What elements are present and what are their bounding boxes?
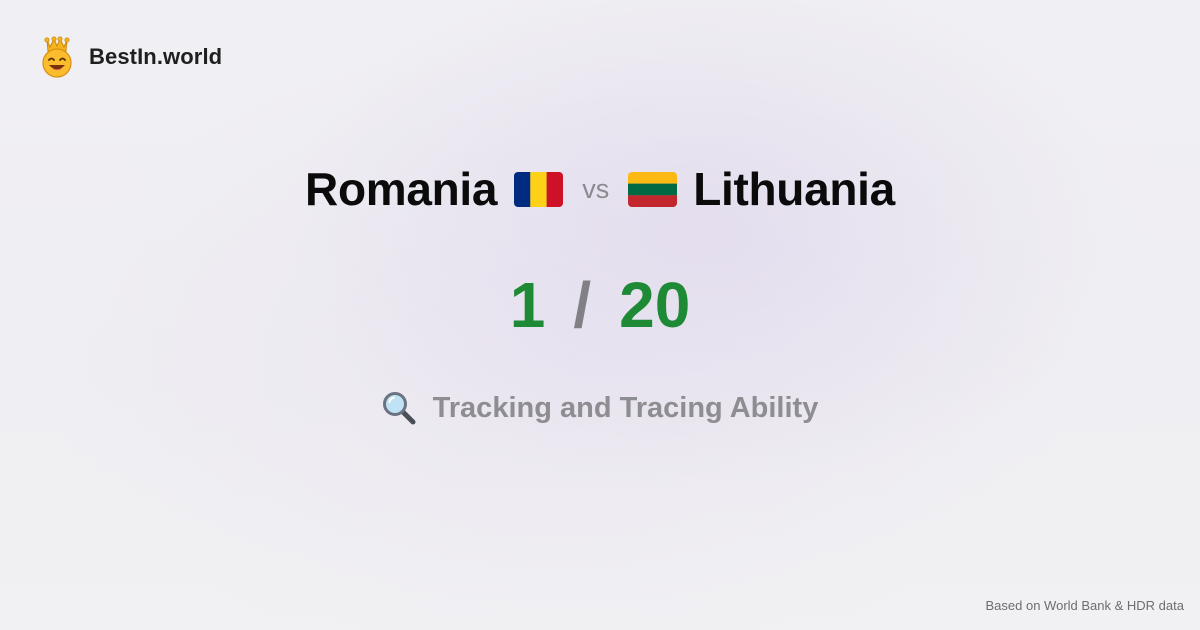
lithuania-flag-icon [628,171,678,207]
right-rank: 20 [619,269,691,341]
vs-label: vs [582,173,610,204]
data-source-note: Based on World Bank & HDR data [985,598,1184,613]
magnifier-icon [382,392,416,425]
metric-row: Tracking and Tracing Ability [0,386,1200,430]
metric-label: Tracking and Tracing Ability [432,391,819,424]
brand-name: BestIn.world [89,44,223,69]
left-rank: 1 [509,269,546,341]
score-row: 1 / 20 [0,265,1200,345]
crown-smiley-icon [42,36,72,78]
rank-separator: / [573,269,592,341]
comparison-title: Romania vs Lithuania [0,158,1200,220]
right-country-name: Lithuania [693,163,895,215]
romania-flag-icon [514,171,564,207]
left-country-name: Romania [305,163,498,215]
brand-logo-link[interactable]: BestIn.world [38,36,222,78]
